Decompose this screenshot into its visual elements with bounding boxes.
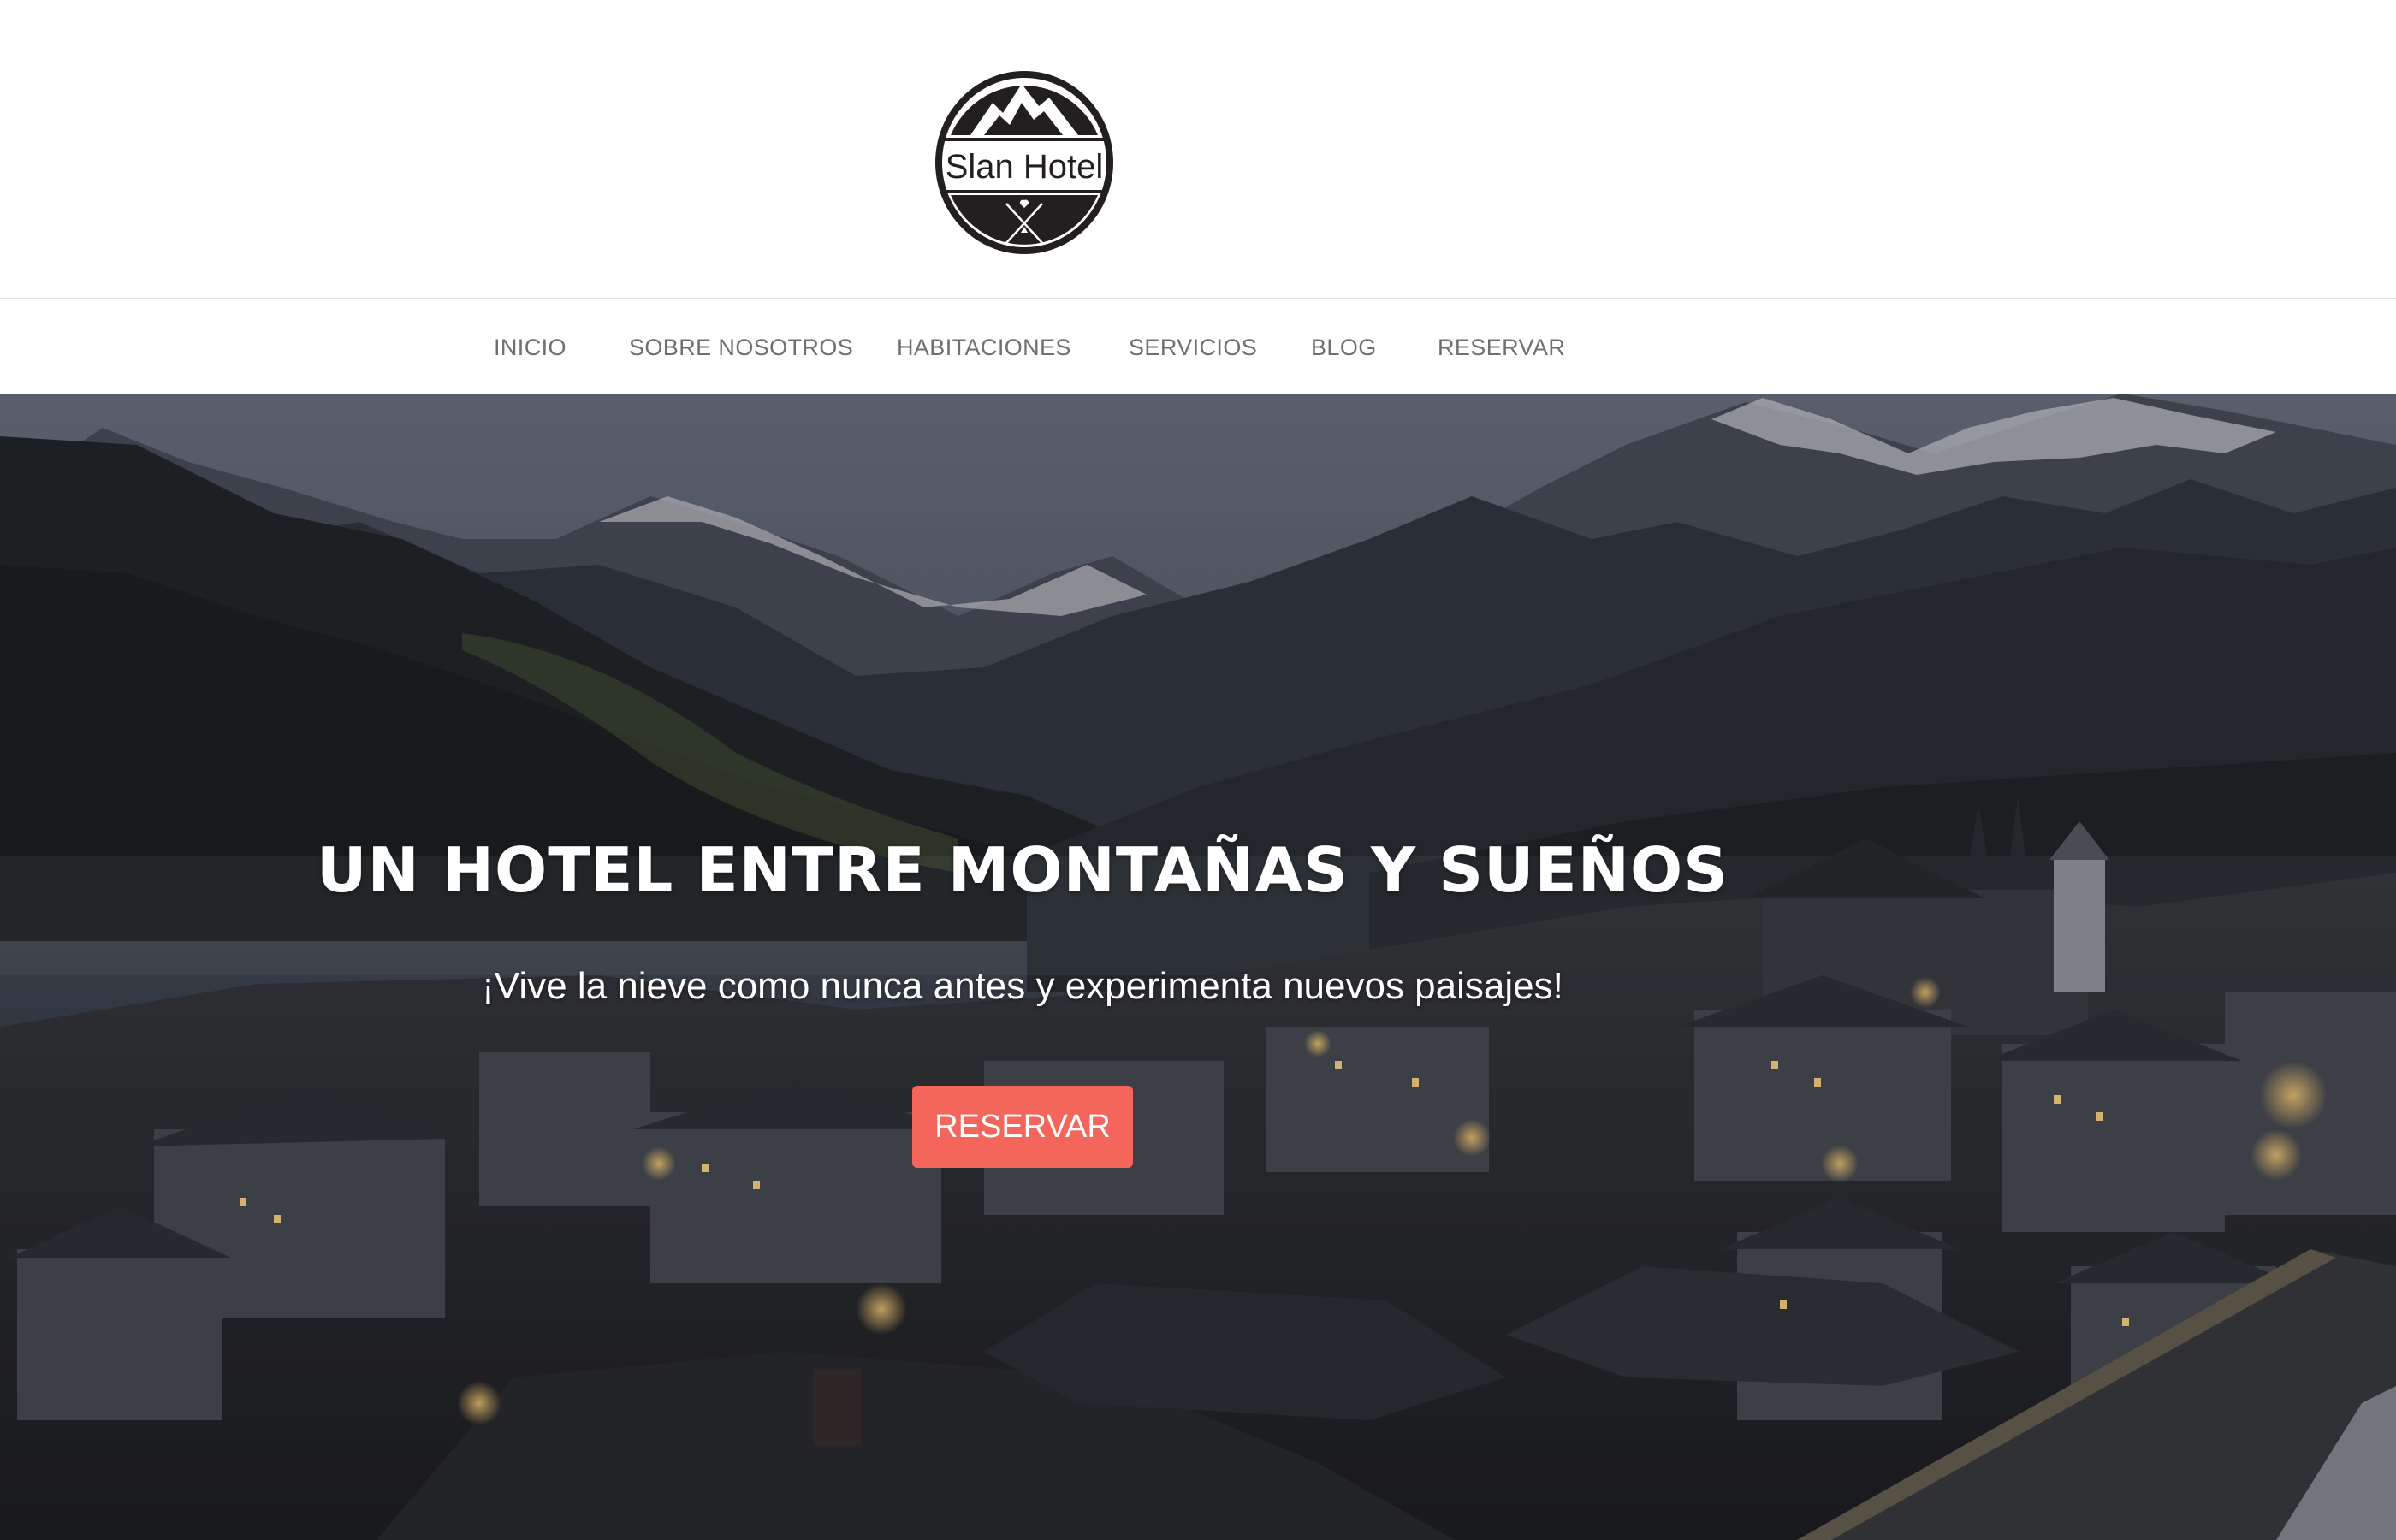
reservar-button[interactable]: RESERVAR xyxy=(912,1086,1133,1168)
logo-emblem: Slan Hotel xyxy=(935,71,1113,254)
logo-text: Slan Hotel xyxy=(946,148,1104,186)
nav-list: INICIO SOBRE NOSOTROS HABITACIONES SERVI… xyxy=(0,301,2396,394)
nav-item-habitaciones[interactable]: HABITACIONES xyxy=(897,301,1071,394)
hotel-logo[interactable]: Slan Hotel xyxy=(933,68,1116,258)
hero-subtitle: ¡Vive la nieve como nunca antes y experi… xyxy=(482,965,1563,1007)
main-navigation: INICIO SOBRE NOSOTROS HABITACIONES SERVI… xyxy=(0,301,2396,394)
hero-section: UN HOTEL ENTRE MONTAÑAS Y SUEÑOS ¡Vive l… xyxy=(0,394,2396,1540)
nav-item-blog[interactable]: BLOG xyxy=(1311,301,1377,394)
nav-item-inicio[interactable]: INICIO xyxy=(494,301,566,394)
nav-item-reservar[interactable]: RESERVAR xyxy=(1438,301,1565,394)
nav-item-sobre-nosotros[interactable]: SOBRE NOSOTROS xyxy=(629,301,853,394)
site-header: Slan Hotel xyxy=(0,0,2396,299)
nav-item-servicios[interactable]: SERVICIOS xyxy=(1129,301,1257,394)
hero-title: UN HOTEL ENTRE MONTAÑAS Y SUEÑOS xyxy=(316,834,1729,906)
